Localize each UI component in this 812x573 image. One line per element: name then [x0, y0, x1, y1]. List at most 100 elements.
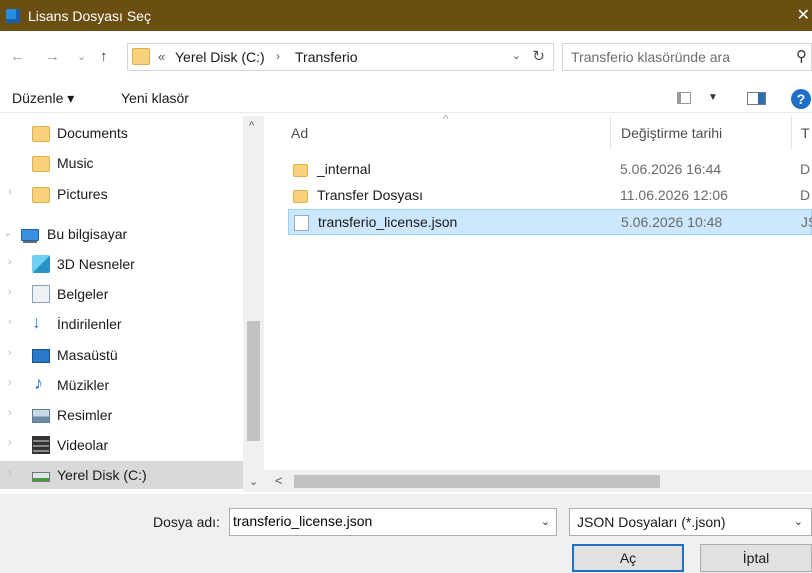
pictures-icon — [32, 409, 50, 423]
up-arrow-icon[interactable]: ↑ — [100, 48, 108, 65]
nav-item-label: Music — [57, 155, 94, 171]
nav-item-label: Videolar — [57, 437, 109, 453]
nav-item-this-pc[interactable]: ⌄ Bu bilgisayar — [0, 220, 243, 248]
filename-label: Dosya adı: — [153, 514, 220, 530]
open-button[interactable]: Aç — [572, 544, 684, 572]
recent-locations-icon[interactable]: ⌄ — [77, 50, 86, 63]
breadcrumb-item[interactable]: Yerel Disk (C:) — [175, 49, 265, 65]
file-type: D — [800, 161, 811, 177]
video-icon — [32, 436, 50, 454]
view-dropdown-icon[interactable]: ▼ — [708, 92, 718, 103]
forward-arrow-icon[interactable]: → — [45, 48, 60, 65]
filename-combobox[interactable]: ⌄ — [229, 508, 557, 536]
address-dropdown-icon[interactable]: ⌄ — [512, 49, 521, 62]
chevron-down-icon[interactable]: ⌄ — [794, 515, 803, 528]
nav-item-label: Documents — [57, 125, 128, 141]
expand-chevron-icon[interactable]: › — [8, 437, 12, 449]
column-header-name[interactable]: Ad — [291, 125, 308, 141]
breadcrumb-overflow[interactable]: « — [158, 49, 165, 64]
file-type-select[interactable]: JSON Dosyaları (*.json) ⌄ — [569, 508, 812, 536]
expand-chevron-icon[interactable]: › — [8, 256, 12, 268]
expand-chevron-icon[interactable]: › — [8, 286, 12, 298]
file-row[interactable]: Transfer Dosyası 11.06.2026 12:06 D — [288, 183, 812, 209]
computer-icon — [21, 229, 39, 241]
folder-icon — [32, 126, 50, 142]
search-input[interactable]: Transferio klasöründe ara ⚲ — [562, 43, 812, 71]
expand-chevron-icon[interactable]: › — [8, 467, 12, 479]
folder-icon — [132, 48, 150, 65]
address-bar[interactable]: « Yerel Disk (C:) › Transferio ⌄ ↻ — [127, 43, 554, 71]
nav-item-label: İndirilenler — [57, 316, 122, 332]
close-icon[interactable]: ✕ — [797, 5, 810, 25]
file-type-value: JSON Dosyaları (*.json) — [577, 514, 726, 530]
nav-item-pictures-tr[interactable]: › Resimler — [0, 401, 243, 429]
dialog-footer: Dosya adı: ⌄ JSON Dosyaları (*.json) ⌄ A… — [0, 494, 812, 573]
music-icon: ♪ — [34, 373, 43, 393]
filename-input[interactable] — [233, 513, 533, 529]
refresh-icon[interactable]: ↻ — [532, 47, 545, 65]
expand-chevron-icon[interactable]: › — [8, 347, 12, 359]
column-divider[interactable] — [791, 116, 792, 150]
column-header-type[interactable]: T — [801, 125, 810, 141]
address-row: ← → ⌄ ↑ « Yerel Disk (C:) › Transferio ⌄… — [0, 38, 812, 74]
file-name: transferio_license.json — [318, 214, 458, 230]
scroll-thumb[interactable] — [247, 321, 260, 441]
file-type: D — [800, 187, 811, 203]
breadcrumb-item[interactable]: Transferio — [295, 49, 358, 65]
sort-ascending-icon: ^ — [443, 112, 449, 126]
folder-icon — [293, 190, 308, 203]
file-row-selected[interactable]: transferio_license.json 5.06.2026 10:48 … — [288, 209, 812, 235]
nav-item-label: Bu bilgisayar — [47, 226, 128, 242]
scroll-left-icon[interactable]: < — [275, 473, 283, 488]
toolbar: Düzenle ▾ Yeni klasör ▼ ? — [0, 83, 812, 113]
nav-item-3d-objects[interactable]: › 3D Nesneler — [0, 250, 243, 278]
nav-item-documents-tr[interactable]: › Belgeler — [0, 280, 243, 308]
expand-chevron-icon[interactable]: › — [8, 316, 12, 328]
search-icon[interactable]: ⚲ — [796, 47, 807, 65]
nav-item-music[interactable]: Music — [0, 149, 243, 177]
file-name: Transfer Dosyası — [317, 187, 424, 203]
expand-chevron-icon[interactable]: › — [8, 407, 12, 419]
download-icon: ↓ — [32, 312, 41, 332]
expand-chevron-icon[interactable]: › — [8, 377, 12, 389]
nav-item-pictures[interactable]: › Pictures — [0, 180, 243, 208]
file-type: JS — [801, 214, 812, 230]
folder-icon — [32, 156, 50, 172]
file-date: 5.06.2026 16:44 — [620, 161, 722, 177]
scroll-down-icon[interactable]: ⌄ — [249, 475, 258, 488]
horizontal-scrollbar[interactable]: < — [264, 470, 812, 492]
folder-icon — [32, 187, 50, 203]
back-arrow-icon[interactable]: ← — [10, 48, 25, 65]
chevron-down-icon[interactable]: ⌄ — [541, 515, 550, 528]
expand-chevron-icon[interactable]: › — [8, 186, 12, 198]
cube-icon — [32, 255, 50, 273]
scroll-up-icon[interactable]: ^ — [249, 120, 254, 132]
nav-item-documents[interactable]: Documents — [0, 119, 243, 147]
column-header-date[interactable]: Değiştirme tarihi — [621, 125, 722, 141]
nav-item-music-tr[interactable]: › ♪ Müzikler — [0, 371, 243, 399]
nav-item-label: Müzikler — [57, 377, 110, 393]
navigation-scrollbar[interactable]: ^ ⌄ — [243, 116, 264, 492]
nav-item-downloads[interactable]: › ↓ İndirilenler — [0, 310, 243, 338]
file-date: 11.06.2026 12:06 — [620, 187, 728, 203]
nav-item-label: Belgeler — [57, 286, 109, 302]
cancel-button[interactable]: İptal — [700, 544, 812, 572]
search-placeholder: Transferio klasöründe ara — [571, 49, 731, 65]
nav-item-desktop[interactable]: › Masaüstü — [0, 341, 243, 369]
scroll-thumb[interactable] — [294, 475, 660, 488]
file-icon — [294, 215, 309, 231]
view-options-icon[interactable] — [677, 92, 691, 104]
collapse-chevron-icon[interactable]: ⌄ — [3, 226, 12, 239]
nav-item-label: Resimler — [57, 407, 113, 423]
breadcrumb-separator-icon[interactable]: › — [276, 49, 280, 63]
nav-item-label: 3D Nesneler — [57, 256, 135, 272]
file-date: 5.06.2026 10:48 — [621, 214, 723, 230]
nav-item-local-disk[interactable]: › Yerel Disk (C:) — [0, 461, 243, 489]
organize-button[interactable]: Düzenle ▾ — [12, 90, 74, 107]
new-folder-button[interactable]: Yeni klasör — [121, 90, 189, 106]
preview-pane-icon[interactable] — [747, 92, 766, 105]
nav-item-videos[interactable]: › Videolar — [0, 431, 243, 459]
help-icon[interactable]: ? — [791, 89, 811, 109]
column-divider[interactable] — [610, 116, 611, 150]
file-row[interactable]: _internal 5.06.2026 16:44 D — [288, 157, 812, 183]
